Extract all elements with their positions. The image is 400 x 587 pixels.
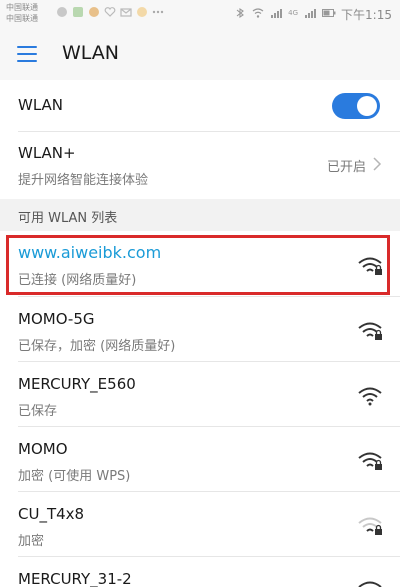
network-status: 已保存 <box>18 404 58 419</box>
section-header: 可用 WLAN 列表 <box>0 199 400 231</box>
carrier-2: 中国联通 <box>6 14 38 23</box>
network-item[interactable]: MERCURY_31-2 <box>0 557 400 587</box>
wlan-toggle-row[interactable]: WLAN <box>0 80 400 132</box>
wlan-toggle-switch[interactable] <box>332 93 380 119</box>
notification-app-icon <box>57 7 67 17</box>
network-item[interactable]: CU_T4x8 加密 <box>0 492 400 557</box>
carrier-1: 中国联通 <box>6 3 38 12</box>
system-icons: 4G <box>234 7 336 19</box>
menu-icon[interactable] <box>14 41 40 67</box>
network-item[interactable]: MOMO-5G 已保存，加密 (网络质量好) <box>0 297 400 362</box>
network-status: 加密 <box>18 534 45 549</box>
network-ssid: www.aiweibk.com <box>18 243 162 262</box>
notification-app-icon <box>137 7 147 17</box>
page-title: WLAN <box>62 42 120 64</box>
network-item[interactable]: MOMO 加密 (可使用 WPS) <box>0 427 400 492</box>
app-bar: WLAN <box>0 28 400 80</box>
toggle-knob <box>357 96 377 116</box>
status-bar: 中国联通 中国联通 4G 下午1:15 <box>0 0 400 28</box>
heart-icon <box>104 7 116 17</box>
wifi-locked-icon <box>358 322 382 340</box>
notification-app-icon <box>73 7 83 17</box>
network-status: 已连接 (网络质量好) <box>18 273 137 288</box>
bluetooth-icon <box>236 7 245 19</box>
network-item[interactable]: MERCURY_E560 已保存 <box>0 362 400 427</box>
network-item[interactable]: www.aiweibk.com 已连接 (网络质量好) <box>0 231 400 297</box>
network-ssid: MERCURY_E560 <box>18 375 136 393</box>
network-ssid: MOMO-5G <box>18 310 95 328</box>
mail-icon <box>120 8 132 17</box>
network-status: 已保存，加密 (网络质量好) <box>18 339 176 354</box>
chevron-right-icon <box>373 157 382 171</box>
wlan-plus-subtitle: 提升网络智能连接体验 <box>18 173 149 188</box>
wifi-weak-locked-icon <box>358 517 382 535</box>
wifi-locked-icon <box>358 257 382 275</box>
notification-app-icon <box>89 7 99 17</box>
signal-icon <box>271 9 283 18</box>
clock: 下午1:15 <box>341 8 392 22</box>
notification-icons <box>56 6 164 18</box>
network-ssid: CU_T4x8 <box>18 505 85 523</box>
wifi-icon <box>358 387 382 406</box>
wifi-icon <box>358 581 382 587</box>
network-type: 4G <box>288 9 298 17</box>
wlan-plus-row[interactable]: WLAN+ 提升网络智能连接体验 已开启 <box>0 132 400 199</box>
wlan-plus-title: WLAN+ <box>18 144 76 162</box>
wifi-locked-icon <box>358 452 382 470</box>
signal-icon <box>305 9 316 18</box>
battery-icon <box>322 9 336 17</box>
carrier-labels: 中国联通 中国联通 <box>6 2 38 24</box>
wlan-toggle-label: WLAN <box>18 96 64 114</box>
wifi-status-icon <box>252 8 264 18</box>
wlan-plus-value: 已开启 <box>326 160 366 175</box>
section-header-label: 可用 WLAN 列表 <box>18 211 118 226</box>
network-ssid: MOMO <box>18 440 68 458</box>
network-status: 加密 (可使用 WPS) <box>18 469 131 484</box>
network-ssid: MERCURY_31-2 <box>18 570 132 587</box>
more-icon <box>152 10 164 14</box>
